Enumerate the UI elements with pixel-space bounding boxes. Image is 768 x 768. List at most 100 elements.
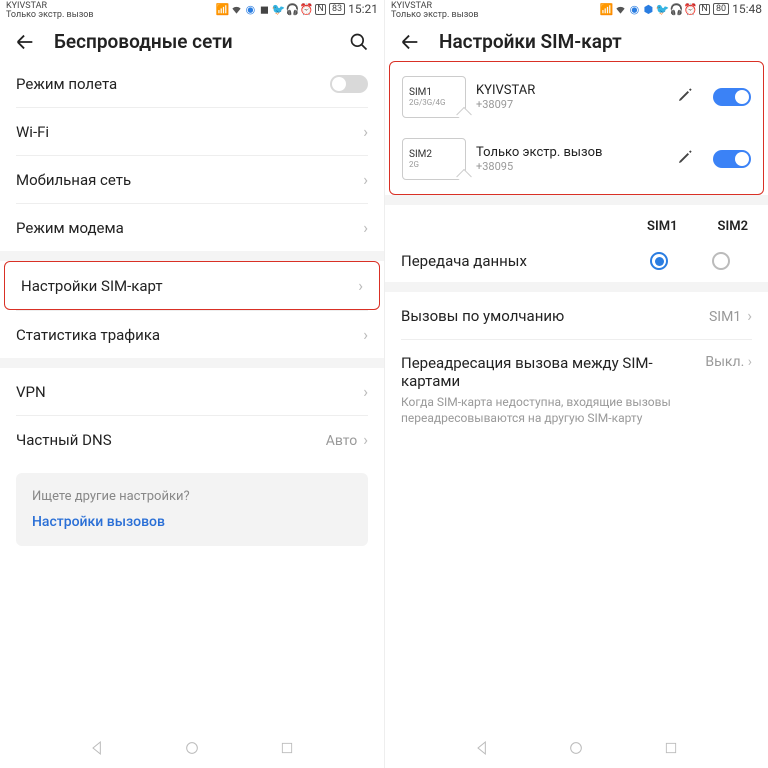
- nav-home[interactable]: [566, 738, 586, 758]
- label: Режим полета: [16, 75, 117, 93]
- carrier-sub: Только экстр. вызов: [391, 11, 479, 20]
- battery-pct: 83: [329, 3, 345, 15]
- suggestion-card: Ищете другие настройки? Настройки вызово…: [16, 473, 368, 546]
- wifi-icon: [615, 4, 626, 15]
- chevron-right-icon: ›: [363, 325, 368, 344]
- clock: 15:48: [732, 2, 762, 16]
- label: Мобильная сеть: [16, 171, 131, 189]
- suggestion-link[interactable]: Настройки вызовов: [32, 514, 352, 530]
- row-traffic-stats[interactable]: Статистика трафика ›: [0, 311, 384, 358]
- row-mobile-network[interactable]: Мобильная сеть ›: [0, 156, 384, 203]
- sim2-row: SIM2 2G Только экстр. вызов +38095: [390, 128, 763, 190]
- forwarding-desc: Когда SIM-карта недоступна, входящие выз…: [401, 394, 697, 426]
- dns-value: Авто: [326, 433, 358, 449]
- header: Беспроводные сети: [0, 22, 384, 61]
- screen-wireless: KYIVSTAR Только экстр. вызов 📶 ◉ ◼ 🐦 🎧 ⏰…: [0, 0, 384, 768]
- status-bar: KYIVSTAR Только экстр. вызов 📶 ◉ ⬢ 🐦 🎧 ⏰…: [385, 0, 768, 22]
- row-call-forwarding[interactable]: Переадресация вызова между SIM-картами К…: [385, 340, 768, 440]
- nav-recent[interactable]: [661, 738, 681, 758]
- suggestion-text: Ищете другие настройки?: [32, 489, 352, 504]
- row-vpn[interactable]: VPN ›: [0, 368, 384, 415]
- sim2-carrier: Только экстр. вызов: [476, 145, 667, 160]
- chevron-right-icon: ›: [363, 170, 368, 189]
- headphone-icon: 🎧: [671, 4, 682, 15]
- alarm-icon: ⏰: [301, 4, 312, 15]
- screen-sim-settings: KYIVSTAR Только экстр. вызов 📶 ◉ ⬢ 🐦 🎧 ⏰…: [384, 0, 768, 768]
- clock: 15:21: [348, 2, 378, 16]
- signal-icon: 📶: [217, 4, 228, 15]
- chevron-right-icon: ›: [363, 218, 368, 237]
- row-tethering[interactable]: Режим модема ›: [0, 204, 384, 251]
- sim1-carrier: KYIVSTAR: [476, 83, 667, 98]
- headphone-icon: 🎧: [287, 4, 298, 15]
- carrier-sub: Только экстр. вызов: [6, 11, 94, 20]
- nfc-icon: N: [315, 4, 326, 15]
- sim-slot: SIM2: [409, 149, 459, 160]
- back-button[interactable]: [14, 31, 36, 53]
- chevron-right-icon: ›: [747, 306, 752, 325]
- alarm-icon: ⏰: [685, 4, 696, 15]
- nav-recent[interactable]: [277, 738, 297, 758]
- back-button[interactable]: [399, 31, 421, 53]
- edit-icon[interactable]: [677, 87, 693, 107]
- col-sim1: SIM1: [647, 219, 677, 234]
- battery-pct: 80: [713, 3, 729, 15]
- nav-back[interactable]: [472, 738, 492, 758]
- nav-bar: [0, 728, 384, 768]
- app-icon-1: ◉: [629, 4, 640, 15]
- row-default-calls[interactable]: Вызовы по умолчанию SIM1 ›: [385, 292, 768, 339]
- twitter-icon: 🐦: [657, 4, 668, 15]
- row-sim-settings[interactable]: Настройки SIM-карт ›: [4, 261, 380, 310]
- search-button[interactable]: [348, 31, 370, 53]
- data-sim1-radio[interactable]: [650, 252, 668, 270]
- sim-slot: SIM1: [409, 87, 459, 98]
- row-wifi[interactable]: Wi-Fi ›: [0, 108, 384, 155]
- page-title: Настройки SIM-карт: [439, 30, 754, 53]
- sim-net: 2G/3G/4G: [409, 98, 459, 107]
- label: Статистика трафика: [16, 326, 160, 344]
- label: Частный DNS: [16, 431, 112, 449]
- chevron-right-icon: ›: [748, 354, 752, 370]
- airplane-toggle[interactable]: [330, 75, 368, 93]
- label: VPN: [16, 383, 46, 401]
- default-calls-value: SIM1: [709, 309, 741, 325]
- sim-card-icon: SIM1 2G/3G/4G: [402, 76, 466, 118]
- nav-home[interactable]: [182, 738, 202, 758]
- sim2-number: +38095: [476, 160, 667, 173]
- sim-net: 2G: [409, 160, 459, 169]
- forwarding-title: Переадресация вызова между SIM-картами: [401, 354, 697, 390]
- app-icon-2: ⬢: [643, 4, 654, 15]
- sim1-row: SIM1 2G/3G/4G KYIVSTAR +38097: [390, 66, 763, 128]
- status-bar: KYIVSTAR Только экстр. вызов 📶 ◉ ◼ 🐦 🎧 ⏰…: [0, 0, 384, 22]
- row-airplane-mode[interactable]: Режим полета: [0, 61, 384, 107]
- chevron-right-icon: ›: [363, 382, 368, 401]
- label: Передача данных: [401, 252, 628, 270]
- twitter-icon: 🐦: [273, 4, 284, 15]
- label: Вызовы по умолчанию: [401, 307, 564, 325]
- page-title: Беспроводные сети: [54, 30, 330, 53]
- signal-icon: 📶: [601, 4, 612, 15]
- column-header: SIM1 SIM2: [385, 205, 768, 240]
- nav-bar: [385, 728, 768, 768]
- nav-back[interactable]: [87, 738, 107, 758]
- chevron-right-icon: ›: [358, 276, 363, 295]
- label: Wi-Fi: [16, 123, 49, 141]
- sim-card-icon: SIM2 2G: [402, 138, 466, 180]
- col-sim2: SIM2: [718, 219, 748, 234]
- app-icon-2: ◼: [259, 4, 270, 15]
- sim1-toggle[interactable]: [713, 88, 751, 106]
- chevron-right-icon: ›: [363, 122, 368, 141]
- sim1-number: +38097: [476, 98, 667, 111]
- label: Режим модема: [16, 219, 124, 237]
- sim2-toggle[interactable]: [713, 150, 751, 168]
- forwarding-value: Выкл.: [705, 354, 744, 370]
- wifi-icon: [231, 4, 242, 15]
- edit-icon[interactable]: [677, 149, 693, 169]
- data-sim2-radio[interactable]: [712, 252, 730, 270]
- chevron-right-icon: ›: [363, 430, 368, 449]
- row-private-dns[interactable]: Частный DNS Авто ›: [0, 416, 384, 463]
- header: Настройки SIM-карт: [385, 22, 768, 61]
- app-icon-1: ◉: [245, 4, 256, 15]
- label: Настройки SIM-карт: [21, 277, 163, 295]
- row-data-transfer: Передача данных: [385, 240, 768, 282]
